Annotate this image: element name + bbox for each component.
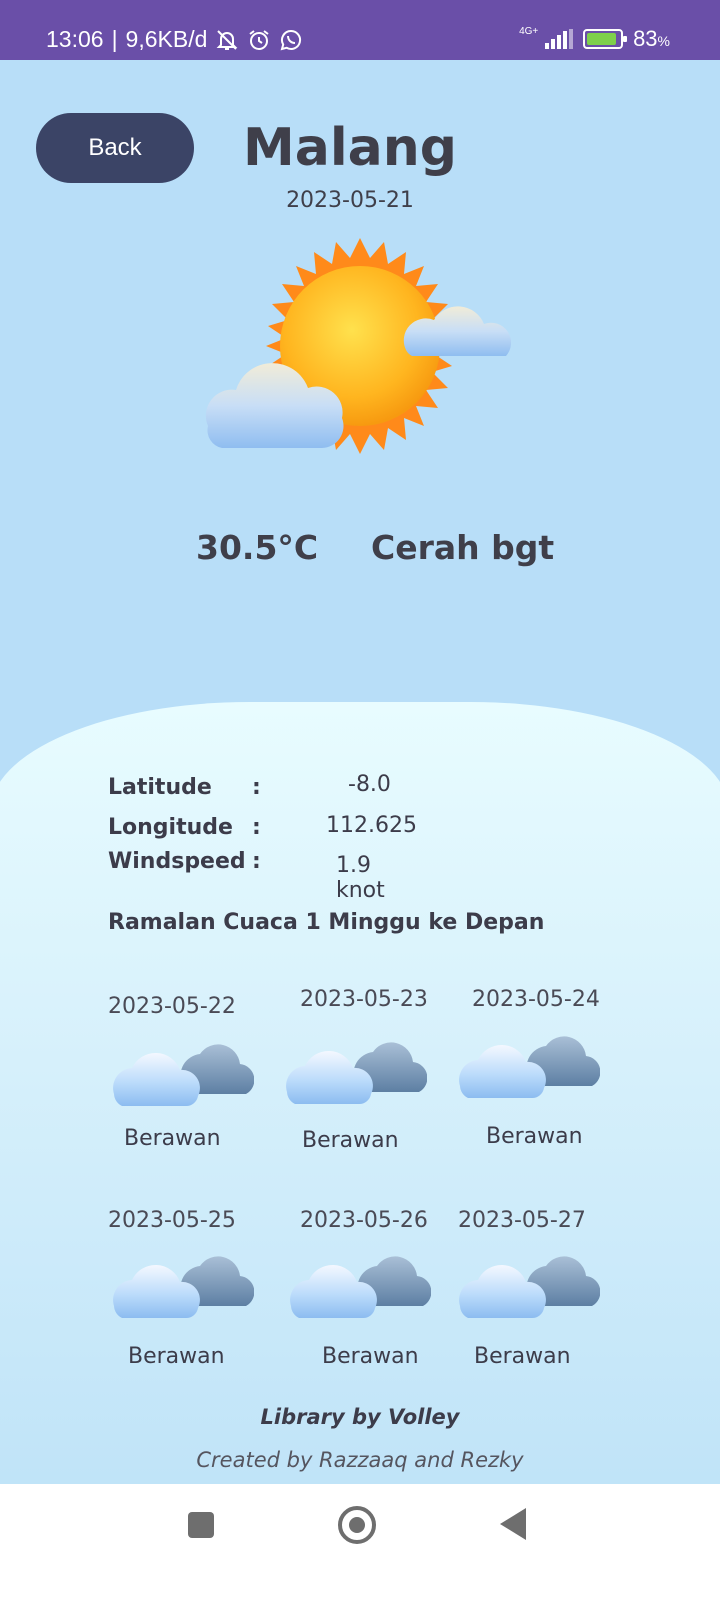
- cloudy-icon: [450, 1236, 600, 1326]
- battery-icon: [583, 29, 628, 49]
- status-bar: 13:06 | 9,6KB/d 4G+ 83%: [0, 0, 720, 60]
- back-button[interactable]: Back: [36, 113, 194, 183]
- battery-percent: 83: [633, 26, 658, 51]
- library-credit: Library by Volley: [260, 1405, 460, 1429]
- status-right: 4G+ 83%: [519, 26, 670, 51]
- cloudy-icon: [281, 1236, 431, 1326]
- longitude-value: 112.625: [326, 813, 417, 838]
- home-button[interactable]: [338, 1506, 376, 1544]
- alarm-icon: [249, 29, 269, 50]
- forecast-condition: Berawan: [474, 1344, 571, 1369]
- windspeed-label: Windspeed: [108, 849, 246, 874]
- forecast-date: 2023-05-22: [108, 994, 236, 1019]
- muted-bell-icon: [216, 29, 238, 50]
- network-type: 4G+: [519, 26, 539, 37]
- navigation-bar: [0, 1484, 720, 1600]
- recents-button[interactable]: [188, 1512, 214, 1538]
- forecast-condition: Berawan: [322, 1344, 419, 1369]
- cloudy-icon: [104, 1024, 254, 1114]
- forecast-date: 2023-05-23: [300, 987, 428, 1012]
- forecast-date: 2023-05-25: [108, 1208, 236, 1233]
- longitude-label: Longitude: [108, 815, 233, 840]
- forecast-date: 2023-05-24: [472, 987, 600, 1012]
- cloudy-icon: [104, 1236, 254, 1326]
- latitude-value: -8.0: [348, 772, 391, 797]
- system-back-button[interactable]: [500, 1508, 526, 1540]
- sun-cloud-icon: [205, 238, 512, 454]
- forecast-date: 2023-05-27: [458, 1208, 586, 1233]
- city-name: Malang: [243, 118, 457, 178]
- status-time: 13:06: [46, 26, 104, 52]
- current-date: 2023-05-21: [286, 188, 414, 213]
- windspeed-value: 1.9 knot: [336, 853, 385, 903]
- signal-icon: 4G+: [519, 27, 574, 49]
- forecast-condition: Berawan: [128, 1344, 225, 1369]
- current-condition: Cerah bgt: [371, 528, 555, 567]
- status-left: 13:06 | 9,6KB/d: [46, 26, 303, 53]
- whatsapp-icon: [280, 29, 302, 50]
- forecast-condition: Berawan: [486, 1124, 583, 1149]
- forecast-title: Ramalan Cuaca 1 Minggu ke Depan: [108, 910, 545, 935]
- current-temperature: 30.5°C: [196, 528, 319, 567]
- latitude-label: Latitude: [108, 775, 212, 800]
- forecast-condition: Berawan: [124, 1126, 221, 1151]
- forecast-condition: Berawan: [302, 1128, 399, 1153]
- network-speed: 9,6KB/d: [125, 26, 208, 52]
- cloudy-icon: [277, 1022, 427, 1112]
- cloudy-icon: [450, 1016, 600, 1106]
- forecast-date: 2023-05-26: [300, 1208, 428, 1233]
- authors-credit: Created by Razzaaq and Rezky: [196, 1448, 524, 1472]
